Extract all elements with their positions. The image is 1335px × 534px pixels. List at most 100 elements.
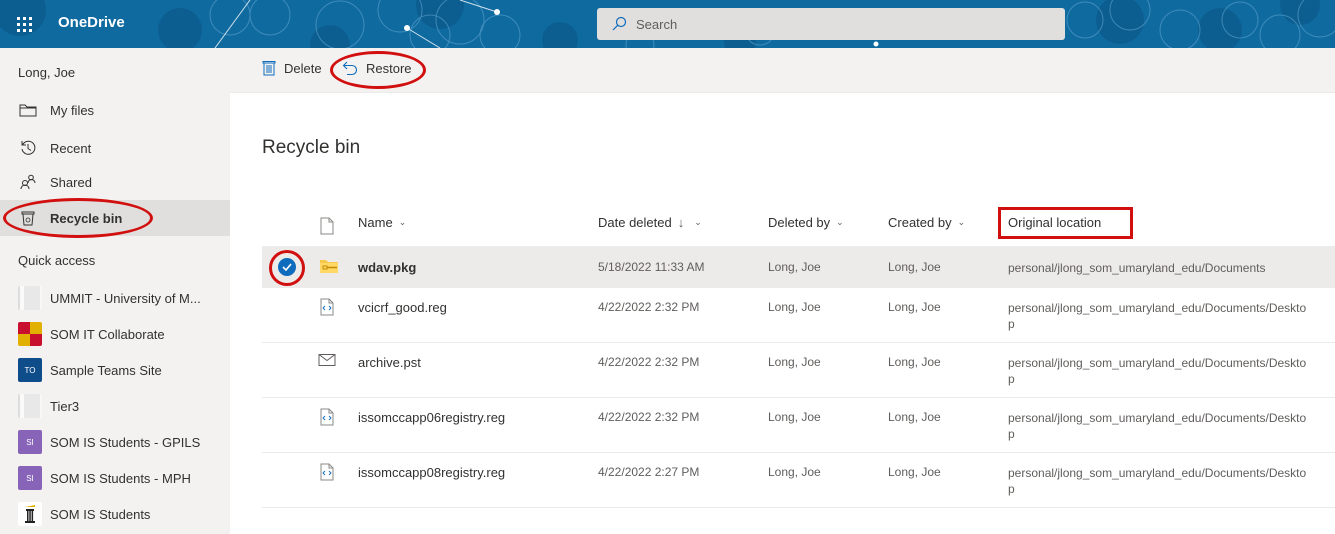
delete-label: Delete bbox=[284, 60, 322, 76]
quick-access-heading: Quick access bbox=[18, 253, 96, 268]
column-label: Name bbox=[358, 215, 393, 230]
quick-access-item[interactable]: TO Sample Teams Site bbox=[0, 352, 230, 388]
date-deleted: 5/18/2022 11:33 AM bbox=[598, 260, 705, 274]
team-initials-icon: SI bbox=[18, 466, 42, 490]
code-file-icon bbox=[320, 408, 334, 431]
search-icon bbox=[612, 16, 627, 31]
file-name-link[interactable]: issomccapp08registry.reg bbox=[358, 465, 505, 480]
chevron-down-icon: ⌄ bbox=[836, 217, 844, 227]
site-logo-icon bbox=[18, 286, 42, 310]
file-type-header-icon[interactable] bbox=[320, 217, 334, 240]
restore-button[interactable]: Restore bbox=[342, 60, 412, 76]
deleted-by: Long, Joe bbox=[768, 465, 821, 479]
nav-label: Recycle bin bbox=[50, 210, 123, 226]
undo-icon bbox=[342, 61, 358, 76]
created-by: Long, Joe bbox=[888, 410, 941, 424]
site-logo-icon bbox=[18, 394, 42, 418]
recycle-bin-list: Name ⌄ Date deleted ↓ ⌄ Deleted by ⌄ Created… bbox=[262, 200, 1335, 508]
chevron-down-icon: ⌄ bbox=[694, 217, 702, 227]
created-by: Long, Joe bbox=[888, 465, 941, 479]
column-label: Original location bbox=[1008, 215, 1102, 230]
deleted-by: Long, Joe bbox=[768, 410, 821, 424]
user-name: Long, Joe bbox=[18, 65, 76, 80]
quick-access-item[interactable]: Tier3 bbox=[0, 388, 230, 424]
nav-recent[interactable]: Recent bbox=[0, 130, 230, 166]
date-deleted: 4/22/2022 2:27 PM bbox=[598, 465, 700, 479]
chevron-down-icon: ⌄ bbox=[398, 217, 407, 227]
quick-access-label: SOM IS Students - GPILS bbox=[50, 434, 201, 450]
column-headers: Name ⌄ Date deleted ↓ ⌄ Deleted by ⌄ Created… bbox=[262, 200, 1335, 246]
nav-recycle-bin[interactable]: Recycle bin bbox=[0, 200, 230, 236]
date-deleted: 4/22/2022 2:32 PM bbox=[598, 410, 700, 424]
code-file-icon bbox=[320, 298, 334, 321]
command-bar: Delete Restore bbox=[230, 48, 1335, 93]
code-file-icon bbox=[320, 463, 334, 486]
column-header-original-location[interactable]: Original location bbox=[1008, 215, 1101, 230]
nav-label: Recent bbox=[50, 140, 92, 156]
quick-access-label: Tier3 bbox=[50, 398, 80, 414]
column-label: Date deleted bbox=[598, 215, 672, 230]
search-input[interactable] bbox=[636, 16, 1036, 32]
app-name-link[interactable]: OneDrive bbox=[58, 14, 125, 31]
file-name-link[interactable]: archive.pst bbox=[358, 355, 421, 370]
history-icon bbox=[18, 138, 38, 158]
column-header-created-by[interactable]: Created by ⌄ bbox=[888, 215, 965, 230]
quick-access-item[interactable]: SOM IT Collaborate bbox=[0, 316, 230, 352]
file-name-link[interactable]: vcicrf_good.reg bbox=[358, 300, 447, 315]
table-row[interactable]: archive.pst 4/22/2022 2:32 PM Long, Joe … bbox=[262, 343, 1335, 398]
column-label: Deleted by bbox=[768, 215, 831, 230]
quick-access-label: SOM IT Collaborate bbox=[50, 326, 165, 342]
column-label: Created by bbox=[888, 215, 952, 230]
date-deleted: 4/22/2022 2:32 PM bbox=[598, 300, 700, 314]
row-checkbox[interactable] bbox=[278, 258, 296, 276]
table-row[interactable]: issomccapp06registry.reg 4/22/2022 2:32 … bbox=[262, 398, 1335, 453]
original-location: personal/jlong_som_umaryland_edu/Documen… bbox=[1008, 466, 1307, 496]
column-logo-icon bbox=[18, 502, 42, 526]
original-location: personal/jlong_som_umaryland_edu/Documen… bbox=[1008, 301, 1307, 331]
package-file-icon bbox=[320, 259, 338, 278]
deleted-by: Long, Joe bbox=[768, 355, 821, 369]
suite-header: OneDrive bbox=[0, 0, 1335, 48]
people-icon bbox=[18, 172, 38, 192]
recycle-bin-icon bbox=[18, 208, 38, 228]
maryland-flag-icon bbox=[18, 322, 42, 346]
quick-access-item[interactable]: SOM IS Students bbox=[0, 496, 230, 532]
column-header-name[interactable]: Name ⌄ bbox=[358, 215, 406, 230]
nav-label: Shared bbox=[50, 174, 92, 190]
quick-access-item[interactable]: SI SOM IS Students - GPILS bbox=[0, 424, 230, 460]
left-nav: Long, Joe My files Recent Shared Recycle… bbox=[0, 48, 230, 534]
quick-access-label: Sample Teams Site bbox=[50, 362, 162, 378]
quick-access-item[interactable]: UMMIT - University of M... bbox=[0, 280, 230, 316]
created-by: Long, Joe bbox=[888, 355, 941, 369]
nav-shared[interactable]: Shared bbox=[0, 164, 230, 200]
table-row[interactable]: wdav.pkg 5/18/2022 11:33 AM Long, Joe Lo… bbox=[262, 246, 1335, 288]
page-title: Recycle bin bbox=[262, 137, 361, 158]
quick-access-label: SOM IS Students bbox=[50, 506, 151, 522]
quick-access-label: SOM IS Students - MPH bbox=[50, 470, 191, 486]
table-row[interactable]: issomccapp08registry.reg 4/22/2022 2:27 … bbox=[262, 453, 1335, 508]
trash-icon bbox=[262, 61, 276, 76]
mail-file-icon bbox=[318, 353, 336, 372]
chevron-down-icon: ⌄ bbox=[957, 217, 966, 227]
file-name-link[interactable]: wdav.pkg bbox=[358, 260, 416, 275]
created-by: Long, Joe bbox=[888, 300, 941, 314]
folder-icon bbox=[18, 100, 38, 120]
column-header-date-deleted[interactable]: Date deleted ↓ ⌄ bbox=[598, 215, 702, 230]
quick-access-label: UMMIT - University of M... bbox=[50, 290, 201, 306]
app-launcher-button[interactable] bbox=[0, 0, 48, 48]
table-row[interactable]: vcicrf_good.reg 4/22/2022 2:32 PM Long, … bbox=[262, 288, 1335, 343]
deleted-by: Long, Joe bbox=[768, 300, 821, 314]
deleted-by: Long, Joe bbox=[768, 260, 821, 274]
search-box[interactable] bbox=[597, 8, 1065, 40]
quick-access-item[interactable]: SI SOM IS Students - MPH bbox=[0, 460, 230, 496]
delete-button[interactable]: Delete bbox=[262, 60, 322, 76]
original-location: personal/jlong_som_umaryland_edu/Documen… bbox=[1008, 356, 1307, 386]
sort-descending-icon: ↓ bbox=[677, 215, 685, 230]
original-location: personal/jlong_som_umaryland_edu/Documen… bbox=[1008, 261, 1266, 275]
original-location: personal/jlong_som_umaryland_edu/Documen… bbox=[1008, 411, 1307, 441]
file-name-link[interactable]: issomccapp06registry.reg bbox=[358, 410, 505, 425]
date-deleted: 4/22/2022 2:32 PM bbox=[598, 355, 700, 369]
nav-my-files[interactable]: My files bbox=[0, 92, 230, 128]
column-header-deleted-by[interactable]: Deleted by ⌄ bbox=[768, 215, 844, 230]
checkmark-icon bbox=[282, 263, 292, 271]
